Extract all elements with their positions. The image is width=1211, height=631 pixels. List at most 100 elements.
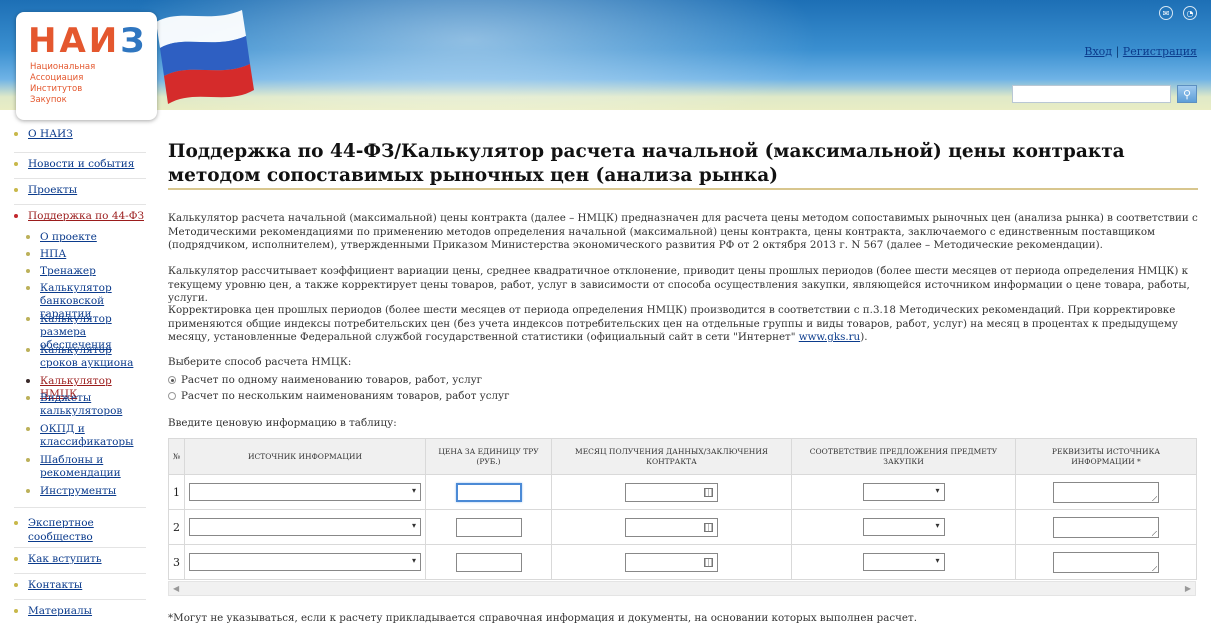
bullet-icon bbox=[14, 583, 18, 587]
compliance-select[interactable] bbox=[862, 553, 945, 571]
sidebar-link[interactable]: О НАИЗ bbox=[28, 127, 146, 141]
sidebar-link[interactable]: Контакты bbox=[28, 578, 146, 592]
month-cell bbox=[551, 544, 792, 580]
search-icon: ⚲ bbox=[1182, 87, 1192, 101]
month-date-input[interactable] bbox=[625, 552, 718, 572]
bullet-icon bbox=[26, 396, 30, 400]
bullet-icon bbox=[26, 489, 30, 493]
sidebar-link[interactable]: Проекты bbox=[28, 183, 146, 197]
sidebar-link[interactable]: Экспертное сообщество bbox=[28, 516, 146, 544]
compliance-cell bbox=[791, 474, 1016, 510]
submenu-link[interactable]: ОКПД и классификаторы bbox=[40, 423, 146, 449]
method-label: Выберите способ расчета НМЦК: bbox=[168, 356, 352, 368]
calendar-icon[interactable] bbox=[704, 487, 713, 497]
sidebar-link[interactable]: Как вступить bbox=[28, 552, 146, 566]
details-cell bbox=[1015, 474, 1197, 510]
logo-mark-main: НАИ bbox=[28, 21, 121, 61]
radio-button-selected[interactable] bbox=[168, 376, 176, 384]
bullet-icon bbox=[26, 269, 30, 273]
submenu-item: НПА bbox=[14, 248, 146, 265]
month-date-input[interactable] bbox=[625, 517, 718, 537]
auth-separator: | bbox=[1115, 45, 1120, 58]
month-date-input[interactable] bbox=[625, 482, 718, 502]
logo-line: Закупок bbox=[30, 95, 67, 105]
calendar-icon[interactable] bbox=[704, 557, 713, 567]
rss-icon[interactable]: ◔ bbox=[1183, 6, 1197, 20]
search-input[interactable] bbox=[1012, 85, 1171, 103]
radio-multi-option[interactable]: Расчет по нескольким наименованиям товар… bbox=[168, 390, 509, 402]
correction-text: Корректировка цен прошлых периодов (боле… bbox=[168, 304, 1178, 343]
bullet-icon bbox=[26, 458, 30, 462]
column-header-source: Источник информации bbox=[184, 438, 426, 475]
russian-flag-graphic bbox=[156, 10, 254, 104]
sidebar-item-projects: Проекты bbox=[14, 179, 146, 205]
source-select[interactable] bbox=[189, 553, 421, 571]
sidebar-menu: О НАИЗ Новости и события Проекты Поддерж… bbox=[14, 127, 146, 624]
mail-icon[interactable]: ✉ bbox=[1159, 6, 1173, 20]
login-link[interactable]: Вход bbox=[1084, 45, 1112, 58]
gks-link[interactable]: www.gks.ru bbox=[799, 331, 860, 343]
submenu-link[interactable]: Инструменты bbox=[40, 485, 146, 498]
scroll-right-icon[interactable]: ▶ bbox=[1185, 584, 1191, 593]
submenu-link[interactable]: Виджеты калькуляторов bbox=[40, 392, 146, 418]
source-cell bbox=[184, 544, 426, 580]
logo-mark-last: З bbox=[120, 21, 148, 61]
row-number: 2 bbox=[168, 509, 185, 545]
bullet-icon bbox=[14, 521, 18, 525]
source-cell bbox=[184, 509, 426, 545]
price-input[interactable] bbox=[455, 482, 522, 502]
submenu-item: Калькулятор банковской гарантии bbox=[14, 282, 146, 320]
calendar-icon[interactable] bbox=[704, 522, 713, 532]
source-select[interactable] bbox=[189, 518, 421, 536]
sidebar-link[interactable]: Новости и события bbox=[28, 157, 146, 171]
column-header-number: № bbox=[168, 438, 185, 475]
sidebar-item-support-44fz: Поддержка по 44-ФЗ О проекте НПА Тренаже… bbox=[14, 205, 146, 508]
bullet-icon bbox=[26, 379, 30, 383]
submenu-item: Шаблоны и рекомендации bbox=[14, 454, 146, 485]
submenu-link[interactable]: Тренажер bbox=[40, 265, 146, 278]
compliance-select[interactable] bbox=[862, 483, 945, 501]
correction-paragraph: Корректировка цен прошлых периодов (боле… bbox=[168, 304, 1198, 345]
bullet-icon bbox=[14, 557, 18, 561]
search-button[interactable]: ⚲ bbox=[1177, 85, 1197, 103]
table-instruction: Введите ценовую информацию в таблицу: bbox=[168, 417, 397, 429]
table-row: 1 bbox=[168, 474, 1197, 510]
source-select[interactable] bbox=[189, 483, 421, 501]
logo-mark: НАИЗ bbox=[28, 21, 147, 61]
submenu-link[interactable]: О проекте bbox=[40, 231, 146, 244]
price-input[interactable] bbox=[455, 517, 522, 537]
month-cell bbox=[551, 474, 792, 510]
column-header-unit-price: Цена за единицу ТРУ (руб.) bbox=[425, 438, 552, 475]
description-paragraph: Калькулятор рассчитывает коэффициент вар… bbox=[168, 265, 1190, 304]
scroll-left-icon[interactable]: ◀ bbox=[173, 584, 179, 593]
sidebar: О НАИЗ Новости и события Проекты Поддерж… bbox=[0, 110, 152, 631]
sidebar-link-active[interactable]: Поддержка по 44-ФЗ bbox=[28, 209, 146, 223]
price-input[interactable] bbox=[455, 552, 522, 572]
radio-button[interactable] bbox=[168, 392, 176, 400]
bullet-icon bbox=[14, 609, 18, 613]
footnote: *Могут не указываться, если к расчету пр… bbox=[168, 612, 917, 624]
details-textarea[interactable] bbox=[1053, 551, 1159, 573]
table-horizontal-scrollbar[interactable]: ◀ ▶ bbox=[168, 581, 1196, 596]
site-search: ⚲ bbox=[1012, 85, 1197, 103]
submenu-link[interactable]: Шаблоны и рекомендации bbox=[40, 454, 146, 480]
header-icons: ✉ ◔ bbox=[1159, 6, 1197, 20]
register-link[interactable]: Регистрация bbox=[1123, 45, 1197, 58]
radio-label: Расчет по одному наименованию товаров, р… bbox=[181, 374, 483, 386]
bullet-icon bbox=[14, 214, 18, 218]
radio-single-option[interactable]: Расчет по одному наименованию товаров, р… bbox=[168, 374, 482, 386]
submenu-link[interactable]: НПА bbox=[40, 248, 146, 261]
compliance-select[interactable] bbox=[862, 518, 945, 536]
intro-paragraph: Калькулятор расчета начальной (максималь… bbox=[168, 212, 1198, 251]
bullet-icon bbox=[26, 235, 30, 239]
logo[interactable]: НАИЗ Национальная Ассоциация Институтов … bbox=[16, 12, 157, 120]
column-header-compliance: Соответствие предложения предмету закупк… bbox=[791, 438, 1016, 475]
details-textarea[interactable] bbox=[1053, 481, 1159, 503]
details-textarea[interactable] bbox=[1053, 516, 1159, 538]
correction-text-end: ). bbox=[860, 331, 868, 343]
sidebar-link[interactable]: Материалы bbox=[28, 604, 146, 618]
details-cell bbox=[1015, 544, 1197, 580]
submenu-link[interactable]: Калькулятор сроков аукциона bbox=[40, 344, 146, 370]
bullet-icon bbox=[14, 188, 18, 192]
submenu-item-current: Калькулятор НМЦК bbox=[14, 375, 146, 400]
